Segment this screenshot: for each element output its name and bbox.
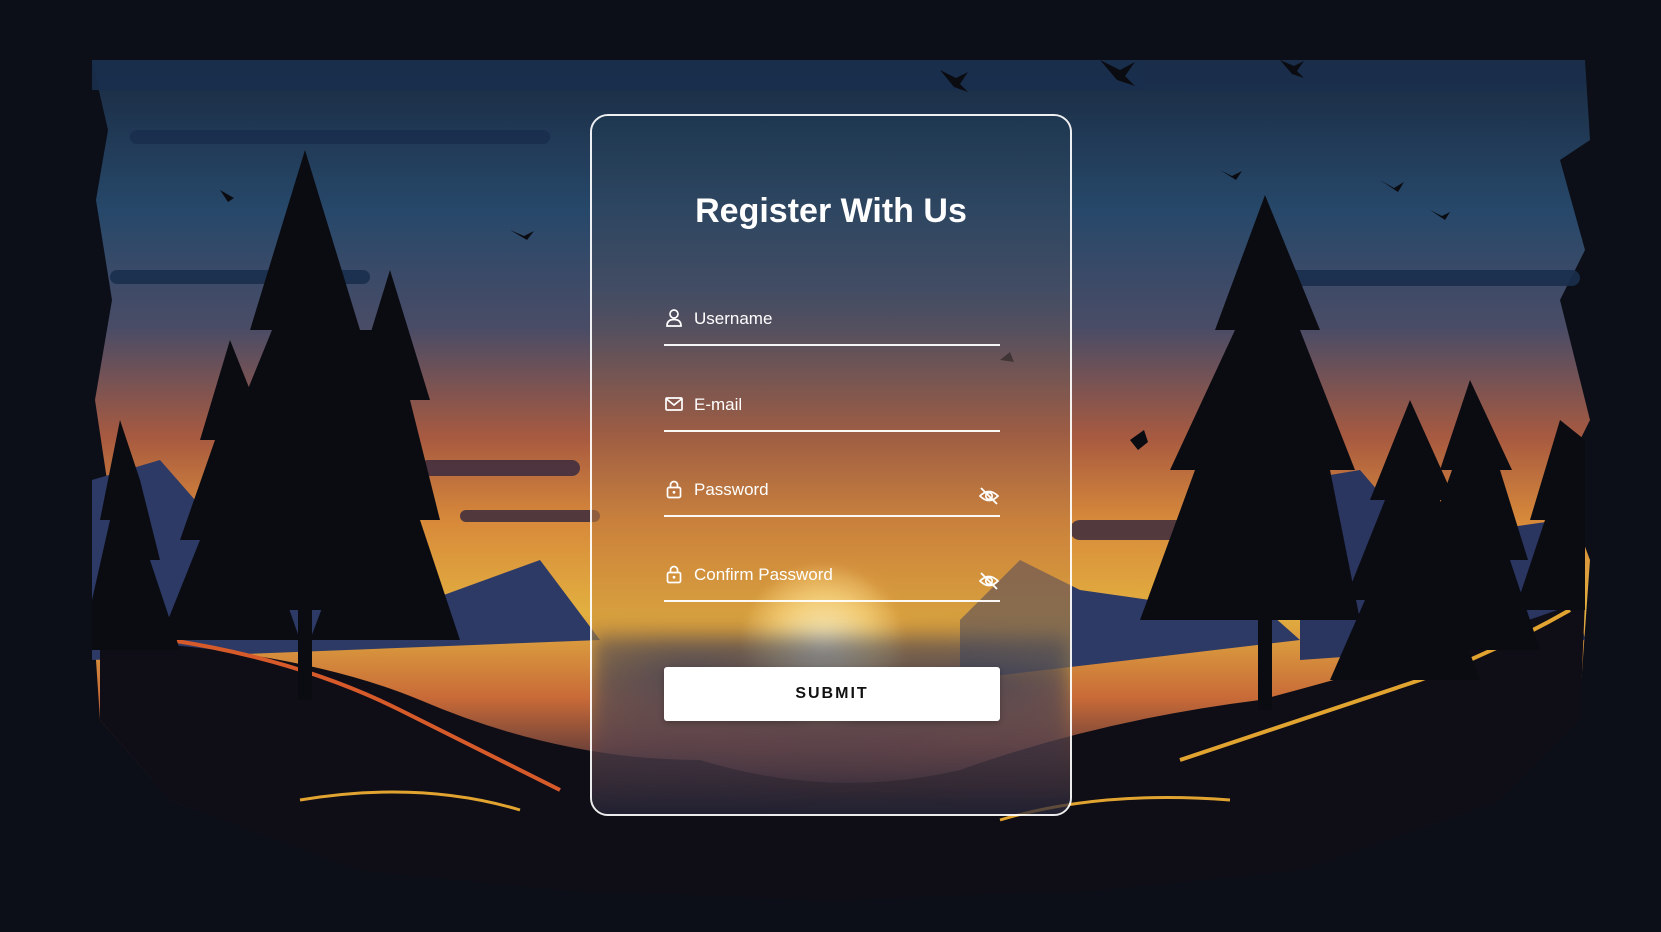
register-card: Register With Us Username E-mail SUBMIT — [590, 114, 1072, 816]
eye-off-icon[interactable] — [978, 485, 1000, 507]
password-input[interactable] — [694, 475, 964, 505]
form-title: Register With Us — [695, 192, 967, 230]
email-input[interactable] — [694, 390, 964, 420]
register-form: Register With Us Username E-mail SUBMIT — [592, 116, 1070, 814]
password-field — [664, 471, 1000, 517]
submit-button[interactable]: SUBMIT — [664, 667, 1000, 721]
confirm-password-input[interactable] — [694, 560, 964, 590]
confirm-password-field — [664, 556, 1000, 602]
lock-icon — [664, 479, 684, 499]
lock-icon — [664, 564, 684, 584]
mail-icon — [664, 394, 684, 414]
user-icon — [664, 308, 684, 328]
username-input[interactable] — [694, 304, 964, 334]
email-field — [664, 386, 1000, 432]
username-field — [664, 300, 1000, 346]
eye-off-icon[interactable] — [978, 570, 1000, 592]
